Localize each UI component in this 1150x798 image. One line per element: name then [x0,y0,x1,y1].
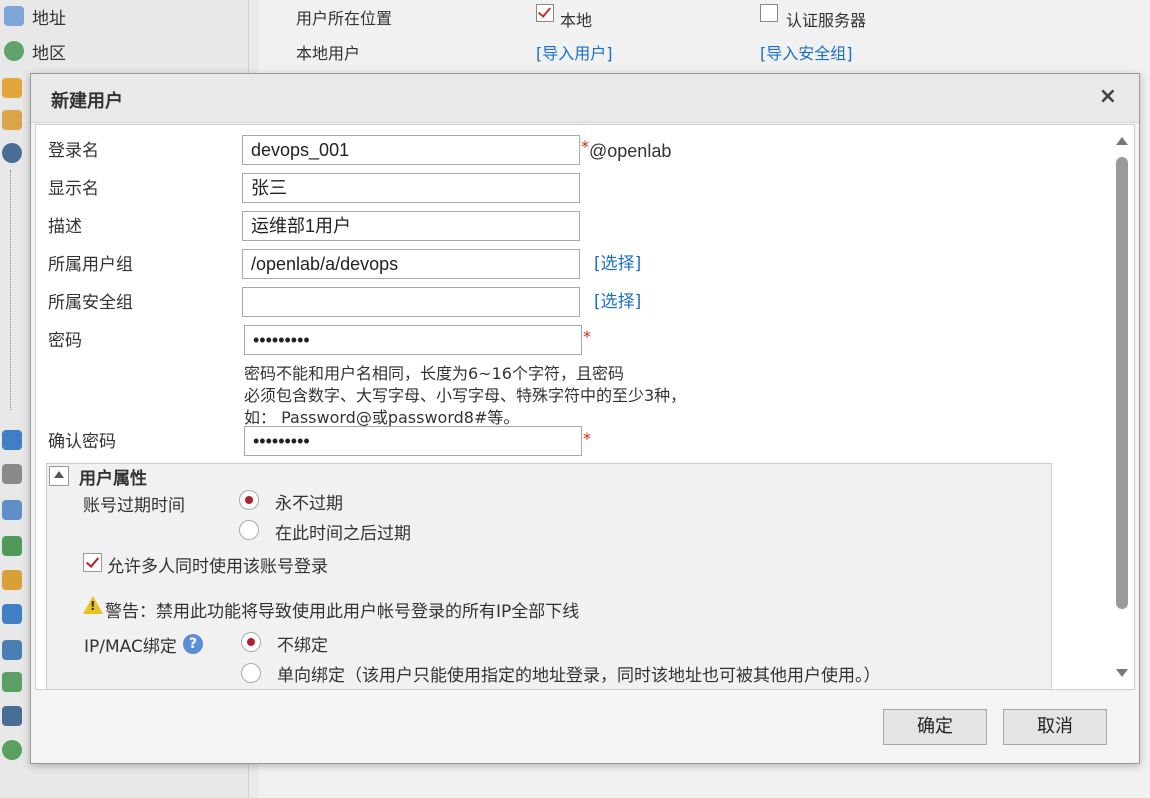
no-bind-radio[interactable] [241,632,261,652]
network-icon [2,430,22,450]
user-attributes-section: 用户属性 账号过期时间 永不过期 在此时间之后过期 允许多人同时使用该账号登录 … [46,463,1052,689]
password-label: 密码 [48,331,82,351]
location-label: 用户所在位置 [296,9,393,28]
new-user-dialog: 新建用户 × 登录名 devops_001 * @openlab 显示名 张三 … [30,73,1140,764]
expiry-label: 账号过期时间 [83,496,185,516]
scroll-up-icon[interactable] [1116,137,1128,145]
confirm-password-input[interactable]: ••••••••• [244,426,582,456]
calendar-icon [2,536,22,556]
sidebar-item-region[interactable]: 地区 [4,38,66,64]
import-security-link[interactable]: [导入安全组] [760,40,853,64]
password-hint: 密码不能和用户名相同，长度为6~16个字符，且密码 必须包含数字、大写字母、小写… [244,363,686,429]
select-user-group-link[interactable]: [选择] [594,249,641,274]
tag-icon [2,570,22,590]
login-name-input[interactable]: devops_001 [242,135,580,165]
grid-icon [2,640,22,660]
description-input[interactable]: 运维部1用户 [242,211,580,241]
auth-server-checkbox[interactable] [760,4,778,22]
domain-suffix: @openlab [589,141,672,161]
user-group-input[interactable]: /openlab/a/devops [242,249,580,279]
security-group-label: 所属安全组 [48,293,133,313]
user-group-label: 所属用户组 [48,255,133,275]
cancel-button[interactable]: 取消 [1003,709,1107,745]
required-marker: * [583,327,591,346]
no-bind-label: 不绑定 [277,636,328,656]
sidebar-item-label: 地区 [32,43,66,64]
section-title: 用户属性 [79,469,147,489]
tree-line [10,170,12,410]
globe-icon [4,41,24,61]
confirm-password-label: 确认密码 [48,432,116,452]
multi-login-checkbox[interactable] [83,553,102,572]
password-hint-line: 密码不能和用户名相同，长度为6~16个字符，且密码 [244,364,624,383]
never-expire-label: 永不过期 [275,494,343,514]
one-way-bind-radio[interactable] [241,663,261,683]
dialog-header: 新建用户 × [31,74,1139,123]
help-icon[interactable]: ? [183,634,203,654]
ipmac-label: IP/MAC绑定 [84,637,177,657]
select-security-group-link[interactable]: [选择] [594,287,641,312]
required-marker: * [583,429,591,448]
required-marker: * [581,137,589,156]
close-icon[interactable]: × [1099,84,1117,109]
folder-icon [2,78,22,98]
monitor-icon [4,6,24,26]
display-name-label: 显示名 [48,179,99,199]
local-label: 本地 [560,11,593,30]
dialog-title: 新建用户 [51,91,123,112]
server-icon [2,500,22,520]
tools-icon [2,110,22,130]
password-input[interactable]: ••••••••• [244,325,582,355]
ok-button[interactable]: 确定 [883,709,987,745]
multi-login-label: 允许多人同时使用该账号登录 [107,557,328,577]
local-checkbox[interactable] [536,4,554,22]
expire-after-radio[interactable] [239,520,259,540]
auth-server-label: 认证服务器 [786,11,867,30]
display-name-input[interactable]: 张三 [242,173,580,203]
sidebar-item-address[interactable]: 地址 [4,3,66,29]
lock-icon [2,464,22,484]
shield-icon [2,706,22,726]
add-icon [2,740,22,760]
expire-after-label: 在此时间之后过期 [275,524,411,544]
warning-text: 警告：禁用此功能将导致使用此用户帐号登录的所有IP全部下线 [105,602,580,622]
password-hint-line: 必须包含数字、大写字母、小写字母、特殊字符中的至少3种， [244,386,687,405]
user-icon [2,143,22,163]
shield-check-icon [2,672,22,692]
login-name-label: 登录名 [48,141,99,161]
warning-icon [83,596,103,614]
dialog-scrollbar[interactable] [1116,137,1128,677]
scroll-thumb[interactable] [1116,157,1128,609]
scroll-down-icon[interactable] [1116,669,1128,677]
one-way-bind-label: 单向绑定（该用户只能使用指定的地址登录，同时该地址也可被其他用户使用。） [277,666,881,686]
sidebar-item-label: 地址 [32,8,66,29]
local-user-label: 本地用户 [296,44,361,63]
never-expire-radio[interactable] [239,490,259,510]
import-users-link[interactable]: [导入用户] [536,40,613,64]
security-group-input[interactable] [242,287,580,317]
description-label: 描述 [48,217,82,237]
building-icon [2,604,22,624]
dialog-body: 登录名 devops_001 * @openlab 显示名 张三 描述 运维部1… [35,124,1135,690]
collapse-toggle-icon[interactable] [49,466,69,486]
